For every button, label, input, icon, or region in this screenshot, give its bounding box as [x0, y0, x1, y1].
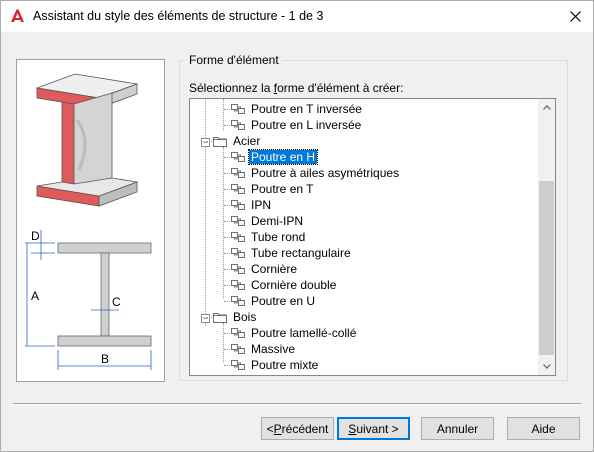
tree-item-node[interactable]: Demi-IPN	[230, 213, 305, 229]
i-beam-illustration: D A C B	[25, 73, 152, 370]
structural-member-icon	[231, 152, 245, 162]
tree-connector	[223, 99, 224, 131]
shape-preview-image: D A C B	[16, 59, 165, 382]
close-icon	[569, 11, 581, 22]
dimension-label-b: B	[101, 352, 109, 366]
tree-item-node[interactable]: Poutre mixte	[230, 357, 320, 373]
tree-node-label: Poutre en T inversée	[251, 102, 362, 116]
expander-bois[interactable]: −	[201, 314, 210, 323]
shape-tree[interactable]: − − Poutre en T inversée Poutre en L inve…	[189, 98, 556, 376]
dimension-label-c: C	[112, 295, 121, 309]
next-accel: S	[348, 421, 357, 436]
expander-glyph: −	[202, 137, 209, 147]
scroll-thumb[interactable]	[539, 181, 554, 355]
tree-node-label: Poutre en H	[247, 149, 319, 165]
tree-label-prefix: Sélectionnez la	[189, 81, 274, 95]
autocad-app-icon	[11, 9, 24, 22]
tree-item-node[interactable]: Poutre en T inversée	[230, 101, 364, 117]
structural-member-icon	[231, 232, 245, 242]
dialog-window: Assistant du style des éléments de struc…	[0, 0, 594, 452]
tree-folder-node[interactable]: Acier	[212, 133, 262, 149]
structural-member-icon	[231, 120, 245, 130]
folder-icon	[213, 137, 227, 147]
scroll-up-button[interactable]	[538, 99, 555, 116]
close-button[interactable]	[557, 1, 593, 32]
tree-node-label: Poutre en T	[251, 182, 314, 196]
back-suffix: récédent	[281, 421, 329, 436]
tree-folder-node[interactable]: Bois	[212, 309, 258, 325]
tree-node-label: Tube rond	[251, 230, 306, 244]
tree-item-node[interactable]: Massive	[230, 341, 297, 357]
back-button[interactable]: < Précédent	[261, 417, 334, 440]
expander-glyph: −	[202, 313, 209, 323]
dimension-label-a: A	[31, 289, 39, 303]
back-prefix: <	[266, 421, 274, 436]
tree-node-label: Demi-IPN	[251, 214, 304, 228]
tree-item-node[interactable]: IPN	[230, 197, 273, 213]
structural-member-icon	[231, 200, 245, 210]
structural-member-icon	[231, 344, 245, 354]
tree-connector	[205, 99, 206, 326]
structural-member-icon	[231, 296, 245, 306]
tree-node-label: Poutre lamellé-collé	[251, 326, 357, 340]
tree-item-node[interactable]: Poutre à ailes asymétriques	[230, 165, 401, 181]
tree-item-node[interactable]: Poutre en U	[230, 293, 317, 309]
tree-node-label: Bois	[233, 310, 257, 324]
tree-node-label: Massive	[251, 342, 296, 356]
expander-acier[interactable]: −	[201, 138, 210, 147]
tree-node-label: Poutre à ailes asymétriques	[251, 166, 400, 180]
next-suffix: uivant >	[356, 421, 399, 436]
tree-node-label: Tube rectangulaire	[251, 246, 351, 260]
tree-node-label: IPN	[251, 198, 272, 212]
tree-item-node[interactable]: Cornière double	[230, 277, 338, 293]
tree-node-label: Cornière	[251, 262, 298, 276]
structural-member-icon	[231, 280, 245, 290]
tree-rows: − − Poutre en T inversée Poutre en L inve…	[190, 99, 539, 375]
tree-item-node[interactable]: Tube rond	[230, 229, 307, 245]
scroll-down-icon	[542, 364, 551, 369]
folder-icon	[213, 313, 227, 323]
groupbox-title: Forme d'élément	[186, 53, 282, 67]
tree-label: Sélectionnez la forme d'élément à créer:	[189, 81, 403, 95]
tree-node-label: Poutre en U	[251, 294, 316, 308]
back-accel: P	[273, 421, 282, 436]
help-button[interactable]: Aide	[507, 417, 580, 440]
structural-member-icon	[231, 168, 245, 178]
tree-node-label: Cornière double	[251, 278, 337, 292]
scroll-up-icon	[542, 105, 551, 110]
tree-item-node[interactable]: Tube rectangulaire	[230, 245, 353, 261]
structural-member-icon	[231, 328, 245, 338]
scroll-down-button[interactable]	[538, 358, 555, 375]
dimension-label-d: D	[31, 229, 40, 243]
tree-item-node[interactable]: Poutre en H	[230, 149, 319, 165]
structural-member-icon	[231, 104, 245, 114]
tree-connector	[223, 323, 224, 363]
tree-label-suffix: orme d'élément à créer:	[277, 81, 404, 95]
tree-item-node[interactable]: Cornière	[230, 261, 299, 277]
structural-member-icon	[231, 248, 245, 258]
structural-member-icon	[231, 360, 245, 370]
structural-member-icon	[231, 264, 245, 274]
footer-separator	[13, 403, 581, 405]
tree-item-node[interactable]: Poutre en T	[230, 181, 315, 197]
structural-member-icon	[231, 184, 245, 194]
tree-item-node[interactable]: Poutre lamellé-collé	[230, 325, 358, 341]
tree-item-node[interactable]: Poutre en L inversée	[230, 117, 363, 133]
title-bar: Assistant du style des éléments de struc…	[1, 1, 593, 32]
tree-node-label: Acier	[233, 134, 261, 148]
tree-node-label: Poutre mixte	[251, 358, 319, 372]
window-title: Assistant du style des éléments de struc…	[33, 9, 324, 23]
tree-node-label: Poutre en L inversée	[251, 118, 362, 132]
structural-member-icon	[231, 216, 245, 226]
cancel-button[interactable]: Annuler	[421, 417, 494, 440]
tree-scrollbar[interactable]	[538, 99, 555, 375]
tree-connector	[223, 147, 224, 299]
next-button[interactable]: Suivant >	[337, 417, 410, 440]
